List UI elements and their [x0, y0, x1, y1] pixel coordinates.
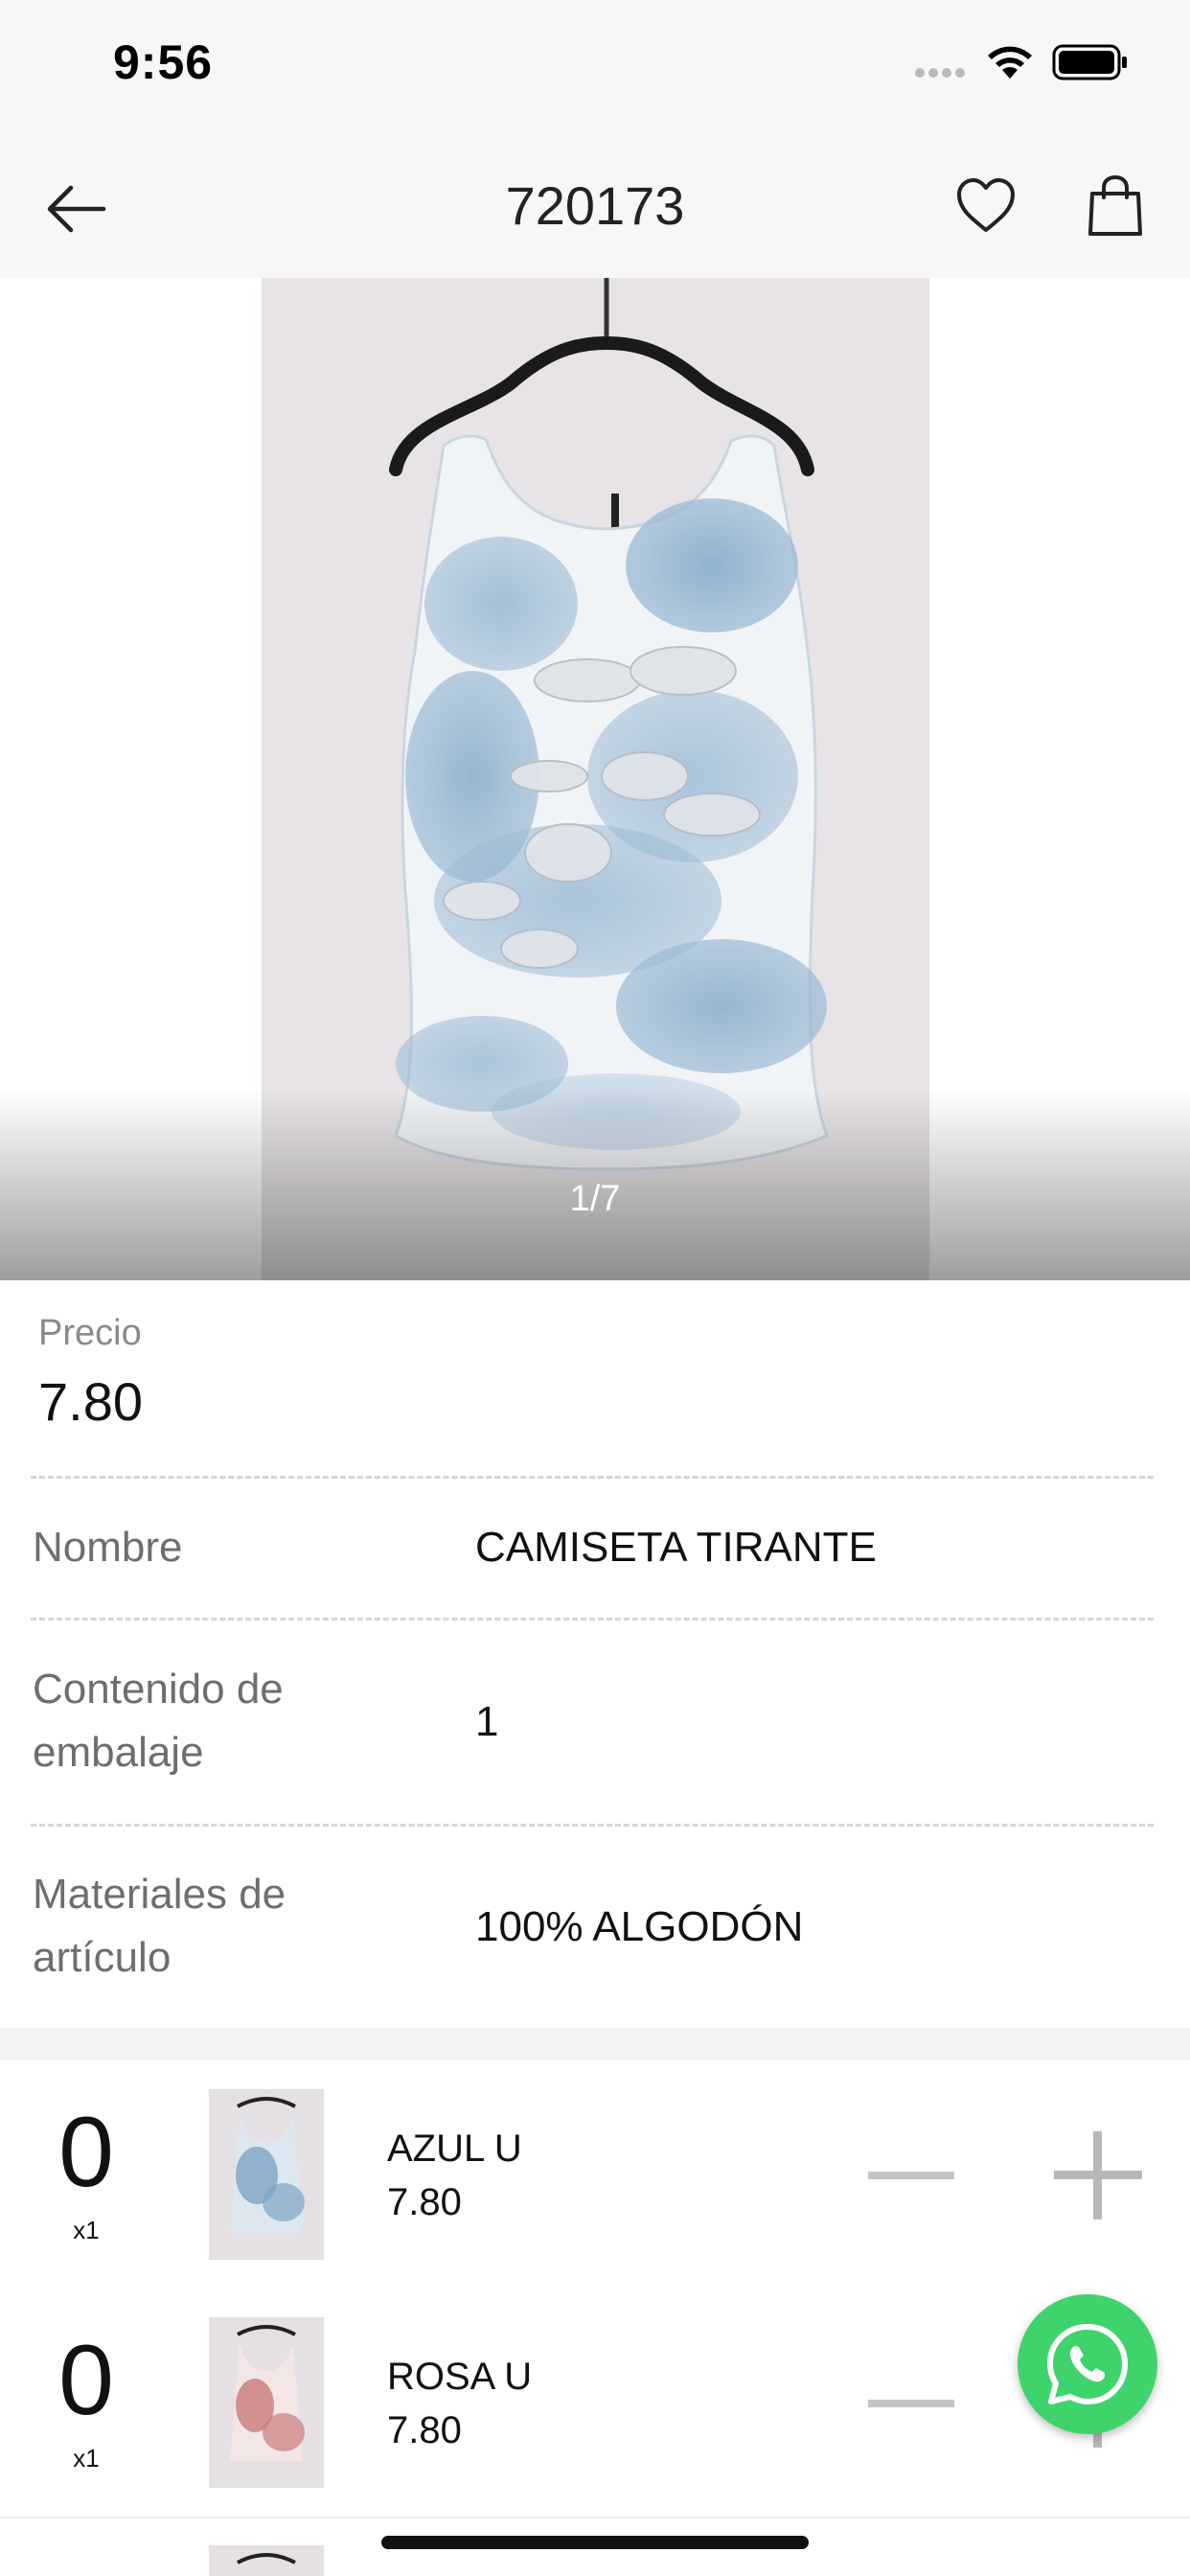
home-indicator — [381, 2536, 809, 2549]
variant-name: ROSA U — [387, 2356, 533, 2398]
navigation-bar: 720173 — [0, 134, 1190, 279]
whatsapp-icon — [1047, 2324, 1128, 2404]
materials-value: 100% ALGODÓN — [475, 1903, 804, 1950]
package-content-value: 1 — [475, 1698, 499, 1745]
materials-label: Materiales de artículo — [33, 1871, 286, 1981]
product-image-carousel[interactable]: 1/7 — [0, 278, 1190, 1280]
battery-icon — [1052, 44, 1127, 80]
wifi-icon — [988, 46, 1032, 79]
section-separator — [0, 2028, 1190, 2060]
price-label: Precio — [38, 1313, 142, 1353]
variant-price: 7.80 — [387, 2409, 462, 2451]
signal-icon — [915, 68, 965, 78]
price-value: 7.80 — [38, 1371, 143, 1432]
variant-thumbnail[interactable] — [209, 2089, 324, 2260]
package-content-label: Contenido de embalaje — [33, 1666, 284, 1776]
variant-row: 0 x1 ROSA U 7.80 — [0, 2288, 1190, 2518]
quantity-value: 0 — [58, 2325, 114, 2436]
quantity-multiplier: x1 — [73, 2216, 100, 2244]
heart-icon[interactable] — [954, 174, 1018, 238]
whatsapp-button[interactable] — [1018, 2294, 1157, 2434]
variant-price: 7.80 — [387, 2181, 462, 2223]
name-value: CAMISETA TIRANTE — [475, 1524, 877, 1571]
shopping-bag-icon[interactable] — [1087, 174, 1144, 238]
quantity-multiplier: x1 — [73, 2444, 100, 2472]
variant-thumbnail[interactable] — [209, 2545, 324, 2576]
divider — [31, 1618, 1154, 1621]
divider — [31, 1824, 1154, 1827]
page-indicator: 1/7 — [569, 1179, 621, 1219]
variant-name: AZUL U — [387, 2128, 522, 2170]
variant-row: 0 x1 AZUL U 7.80 — [0, 2060, 1190, 2290]
name-label: Nombre — [33, 1524, 183, 1571]
increase-quantity-button[interactable] — [1054, 2131, 1142, 2220]
status-time: 9:56 — [113, 35, 214, 89]
status-bar: 9:56 — [0, 0, 1190, 134]
variant-thumbnail[interactable] — [209, 2317, 324, 2488]
quantity-value: 0 — [58, 2097, 114, 2208]
decrease-quantity-button[interactable] — [868, 2400, 954, 2407]
decrease-quantity-button[interactable] — [868, 2172, 954, 2179]
divider — [31, 1476, 1154, 1479]
